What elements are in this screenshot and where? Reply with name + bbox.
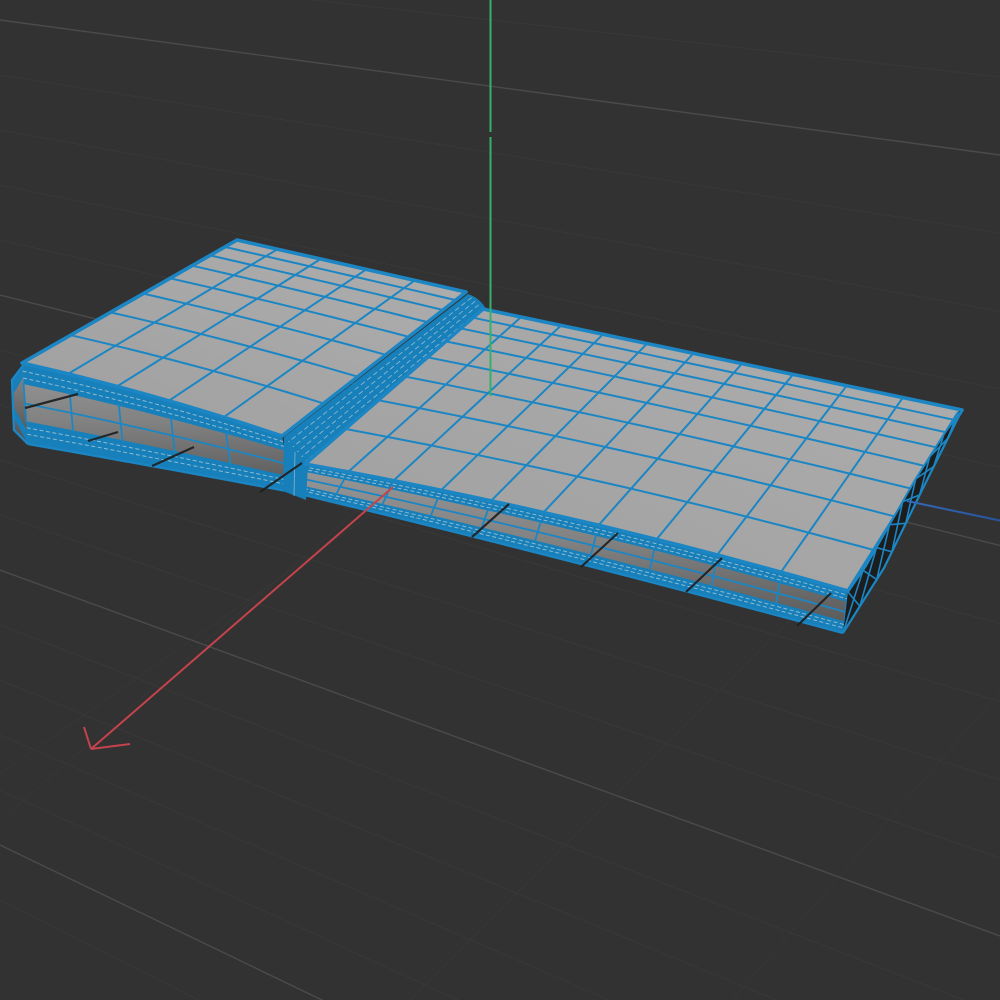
viewport-3d[interactable] — [0, 0, 1000, 1000]
scene-svg — [0, 0, 1000, 1000]
